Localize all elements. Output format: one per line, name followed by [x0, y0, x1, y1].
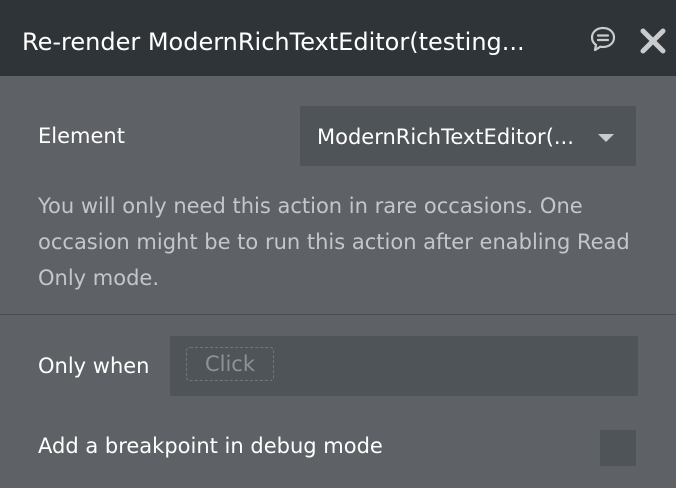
- panel-header: Re-render ModernRichTextEditor(testing..…: [0, 0, 676, 76]
- only-when-condition-field[interactable]: Click: [170, 336, 638, 396]
- comment-icon[interactable]: [588, 24, 618, 54]
- element-dropdown-value: ModernRichTextEditor(...: [317, 125, 574, 149]
- only-when-label: Only when: [38, 354, 150, 378]
- section-divider: [0, 314, 676, 315]
- condition-placeholder-chip[interactable]: Click: [186, 347, 274, 381]
- action-description: You will only need this action in rare o…: [38, 194, 630, 290]
- element-label: Element: [38, 124, 125, 148]
- action-properties-panel: Re-render ModernRichTextEditor(testing..…: [0, 0, 676, 488]
- element-dropdown[interactable]: ModernRichTextEditor(...: [300, 106, 636, 166]
- breakpoint-checkbox[interactable]: [600, 430, 636, 466]
- breakpoint-label: Add a breakpoint in debug mode: [38, 434, 383, 458]
- panel-title: Re-render ModernRichTextEditor(testing..…: [22, 28, 525, 56]
- chevron-down-icon: [598, 134, 614, 142]
- close-icon[interactable]: [638, 26, 668, 56]
